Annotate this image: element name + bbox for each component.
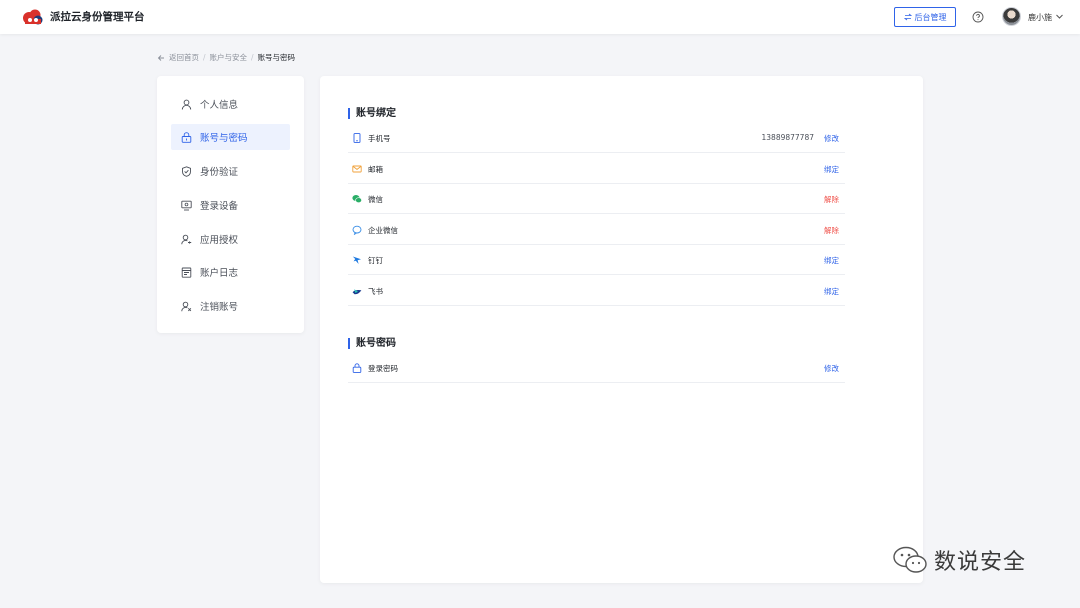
top-bar: 派拉云身份管理平台 后台管理 鹿小施 xyxy=(0,0,1080,34)
password-row-login: 登录密码 修改 xyxy=(348,353,845,383)
account-binding-title: 账号绑定 xyxy=(348,108,396,119)
sidebar-item-label: 账号与密码 xyxy=(200,133,248,144)
binding-value: 13889877787 xyxy=(761,133,815,142)
wechat-icon xyxy=(352,195,362,203)
admin-console-label: 后台管理 xyxy=(914,12,947,22)
user-remove-icon xyxy=(181,301,192,311)
binding-label: 微信 xyxy=(368,195,383,204)
sidebar-item-cancel-account[interactable]: 注销账号 xyxy=(171,293,290,319)
switch-icon xyxy=(903,13,912,21)
wechat-outline-icon xyxy=(893,546,927,573)
user-key-icon xyxy=(181,234,192,244)
shield-check-icon xyxy=(182,165,191,177)
bind-email-link[interactable]: 绑定 xyxy=(824,164,839,175)
log-icon xyxy=(181,267,192,278)
binding-row-wecom: 企业微信 解除 xyxy=(348,215,845,245)
sidebar: 个人信息 账号与密码 身份验证 登录设备 应用授权 账户日志 注销账号 xyxy=(157,76,304,333)
chevron-down-icon[interactable] xyxy=(1055,12,1064,21)
binding-label: 飞书 xyxy=(368,287,383,296)
sidebar-item-label: 应用授权 xyxy=(200,235,239,246)
breadcrumb-separator: / xyxy=(203,53,206,62)
binding-row-dingtalk: 钉钉 绑定 xyxy=(348,245,845,275)
binding-label: 企业微信 xyxy=(368,226,398,235)
sidebar-item-account-log[interactable]: 账户日志 xyxy=(171,259,290,285)
watermark: 数说安全 xyxy=(892,544,1026,576)
binding-row-feishu: 飞书 绑定 xyxy=(348,276,845,306)
avatar[interactable] xyxy=(1002,7,1021,26)
username[interactable]: 鹿小施 xyxy=(1028,12,1052,23)
sidebar-item-label: 身份验证 xyxy=(200,167,239,178)
breadcrumb-separator: / xyxy=(251,53,254,62)
breadcrumb-account-security[interactable]: 账户与安全 xyxy=(210,52,248,63)
logo-icon xyxy=(23,9,43,25)
unbind-wechat-link[interactable]: 解除 xyxy=(824,194,839,205)
dingtalk-icon xyxy=(352,256,361,264)
breadcrumb-back-link[interactable]: 返回首页 xyxy=(169,52,199,63)
account-password-title: 账号密码 xyxy=(348,338,396,349)
admin-console-button[interactable]: 后台管理 xyxy=(894,7,956,27)
lock-icon xyxy=(181,131,192,143)
sidebar-item-app-authorization[interactable]: 应用授权 xyxy=(171,226,290,252)
binding-label: 手机号 xyxy=(368,134,391,143)
sidebar-item-profile[interactable]: 个人信息 xyxy=(171,91,290,117)
wecom-icon xyxy=(352,225,362,235)
sidebar-item-label: 账户日志 xyxy=(200,268,239,279)
monitor-icon xyxy=(181,200,192,210)
modify-phone-link[interactable]: 修改 xyxy=(824,133,839,144)
unbind-wecom-link[interactable]: 解除 xyxy=(824,225,839,236)
sidebar-item-login-devices[interactable]: 登录设备 xyxy=(171,192,290,218)
sidebar-item-account-password[interactable]: 账号与密码 xyxy=(171,124,290,150)
phone-icon xyxy=(353,133,361,143)
binding-label: 邮箱 xyxy=(368,165,383,174)
binding-row-email: 邮箱 绑定 xyxy=(348,154,845,184)
binding-row-phone: 手机号 13889877787 修改 xyxy=(348,123,845,153)
user-icon xyxy=(181,99,192,110)
feishu-icon xyxy=(352,289,362,295)
sidebar-item-identity-verification[interactable]: 身份验证 xyxy=(171,158,290,184)
password-label: 登录密码 xyxy=(368,364,398,373)
main-panel: 账号绑定 手机号 13889877787 修改 邮箱 绑定 微信 解除 企业微信… xyxy=(320,76,923,583)
sidebar-item-label: 注销账号 xyxy=(200,302,239,313)
sidebar-item-label: 登录设备 xyxy=(200,201,239,212)
binding-label: 钉钉 xyxy=(368,256,383,265)
binding-row-wechat: 微信 解除 xyxy=(348,184,845,214)
watermark-text: 数说安全 xyxy=(934,550,1027,575)
modify-password-link[interactable]: 修改 xyxy=(824,363,839,374)
breadcrumb-current: 账号与密码 xyxy=(257,53,296,62)
bind-feishu-link[interactable]: 绑定 xyxy=(824,286,839,297)
bind-dingtalk-link[interactable]: 绑定 xyxy=(824,255,839,266)
help-icon[interactable] xyxy=(972,11,984,23)
sidebar-item-label: 个人信息 xyxy=(200,100,239,111)
arrow-left-icon[interactable] xyxy=(157,54,165,62)
breadcrumb: 返回首页 / 账户与安全 / 账号与密码 xyxy=(157,52,295,63)
lock-icon xyxy=(352,363,362,373)
app-title: 派拉云身份管理平台 xyxy=(50,11,145,23)
mail-icon xyxy=(352,165,362,173)
